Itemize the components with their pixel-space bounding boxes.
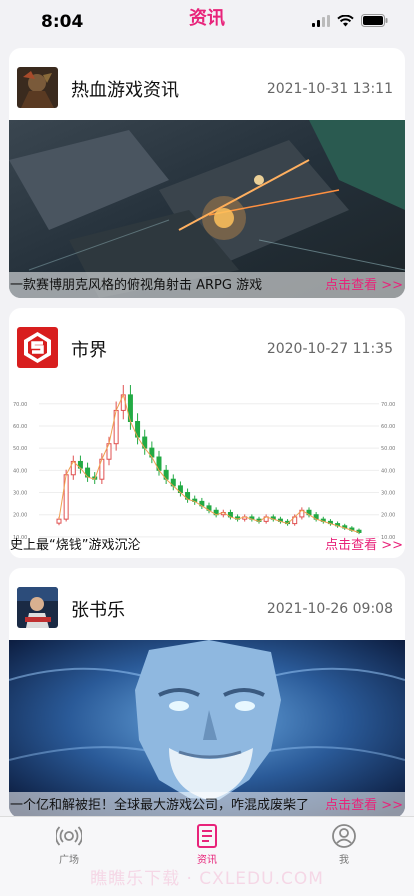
card-header: 热血游戏资讯 2021-10-31 13:11 <box>9 48 405 120</box>
y-tick-label: 40.00 <box>13 468 27 474</box>
user-icon <box>332 824 356 848</box>
post-date: 2021-10-31 13:11 <box>266 81 393 97</box>
card-header: 市界 2020-10-27 11:35 <box>9 308 405 380</box>
y-tick-label: 70.00 <box>381 402 395 408</box>
y-tick-label: 70.00 <box>13 402 27 408</box>
author-name[interactable]: 市界 <box>71 336 107 362</box>
avatar[interactable] <box>17 67 58 108</box>
post-date: 2021-10-26 09:08 <box>266 601 393 617</box>
y-tick-label: 50.00 <box>381 446 395 452</box>
post-date: 2020-10-27 11:35 <box>266 341 393 357</box>
author-name[interactable]: 张书乐 <box>71 596 125 622</box>
news-icon <box>197 824 217 848</box>
y-tick-label: 30.00 <box>13 491 27 497</box>
y-tick-label: 20.00 <box>381 513 395 519</box>
y-tick-label: 40.00 <box>381 468 395 474</box>
tab-news[interactable]: 资讯 <box>162 823 252 866</box>
tab-me[interactable]: 我 <box>299 823 389 866</box>
news-card[interactable]: 热血游戏资讯 2021-10-31 13:11 一款赛博朋克风格的俯视角射击 A… <box>9 48 405 298</box>
tab-square[interactable]: 广场 <box>24 823 114 866</box>
post-caption[interactable]: 一个亿和解被拒！全球最大游戏公司，咋混成废柴了 <box>10 794 309 813</box>
watermark: 瞧瞧乐下载 · CXLEDU.COM <box>90 869 324 889</box>
status-bar: 8:04 资讯 <box>0 0 414 46</box>
news-card[interactable]: 市界 2020-10-27 11:35 70.00 70.00 60.00 60.00… <box>9 308 405 558</box>
y-tick-label: 20.00 <box>13 513 27 519</box>
post-caption[interactable]: 一款赛博朋克风格的俯视角射击 ARPG 游戏 <box>10 274 262 293</box>
signal-icon <box>312 14 330 27</box>
battery-icon <box>361 14 388 27</box>
view-more-link[interactable]: 点击查看 >> <box>325 794 403 813</box>
view-more-link[interactable]: 点击查看 >> <box>325 274 403 293</box>
post-caption[interactable]: 史上最“烧钱”游戏沉沦 <box>10 534 140 553</box>
y-tick-label: 60.00 <box>13 424 27 430</box>
view-more-link[interactable]: 点击查看 >> <box>325 534 403 553</box>
news-feed[interactable]: 热血游戏资讯 2021-10-31 13:11 一款赛博朋克风格的俯视角射击 A… <box>0 46 414 816</box>
avatar[interactable] <box>17 327 58 368</box>
broadcast-icon <box>56 826 82 846</box>
author-name[interactable]: 热血游戏资讯 <box>71 76 179 102</box>
card-header: 张书乐 2021-10-26 09:08 <box>9 568 405 640</box>
stock-chart: 70.00 70.00 60.00 60.00 50.00 50.00 40.00 40.00… <box>9 380 405 558</box>
y-tick-label: 30.00 <box>381 491 395 497</box>
news-card[interactable]: 张书乐 2021-10-26 09:08 一个亿和解被拒！全球最大游戏公司，咋混… <box>9 568 405 816</box>
wifi-icon <box>337 14 354 26</box>
post-image[interactable]: 一个亿和解被拒！全球最大游戏公司，咋混成废柴了 点击查看 >> <box>9 640 405 816</box>
post-image[interactable]: 70.00 70.00 60.00 60.00 50.00 50.00 40.00 40.00… <box>9 380 405 558</box>
status-icons <box>312 14 388 27</box>
post-image[interactable]: 一款赛博朋克风格的俯视角射击 ARPG 游戏 点击查看 >> <box>9 120 405 298</box>
y-tick-label: 50.00 <box>13 446 27 452</box>
y-tick-label: 60.00 <box>381 424 395 430</box>
candle <box>56 518 62 524</box>
avatar[interactable] <box>17 587 58 628</box>
